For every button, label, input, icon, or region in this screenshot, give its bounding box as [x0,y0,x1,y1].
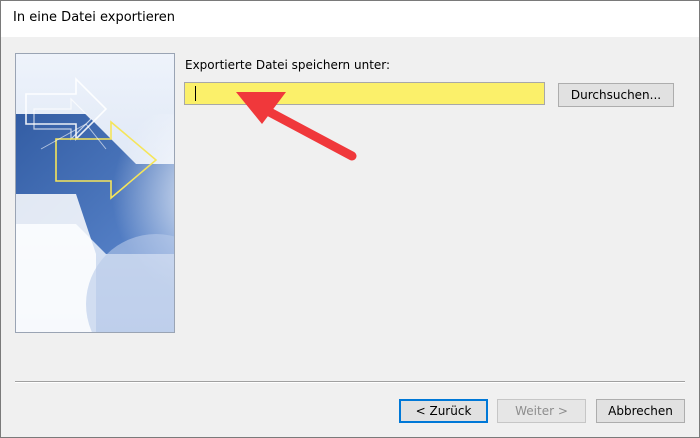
export-dialog: In eine Datei exportieren Exportierte Da… [0,0,700,438]
next-button[interactable]: Weiter > [497,399,586,423]
text-caret [195,86,196,101]
cancel-button[interactable]: Abbrechen [596,399,685,423]
footer-separator [15,381,685,383]
save-as-label: Exportierte Datei speichern unter: [185,58,391,72]
back-button[interactable]: < Zurück [399,399,488,423]
title-bar: In eine Datei exportieren [1,1,699,37]
export-wizard-arrows-icon [16,54,174,332]
export-path-input[interactable] [184,82,545,105]
wizard-image [15,53,175,333]
dialog-title: In eine Datei exportieren [13,10,176,25]
browse-button[interactable]: Durchsuchen... [558,83,674,107]
